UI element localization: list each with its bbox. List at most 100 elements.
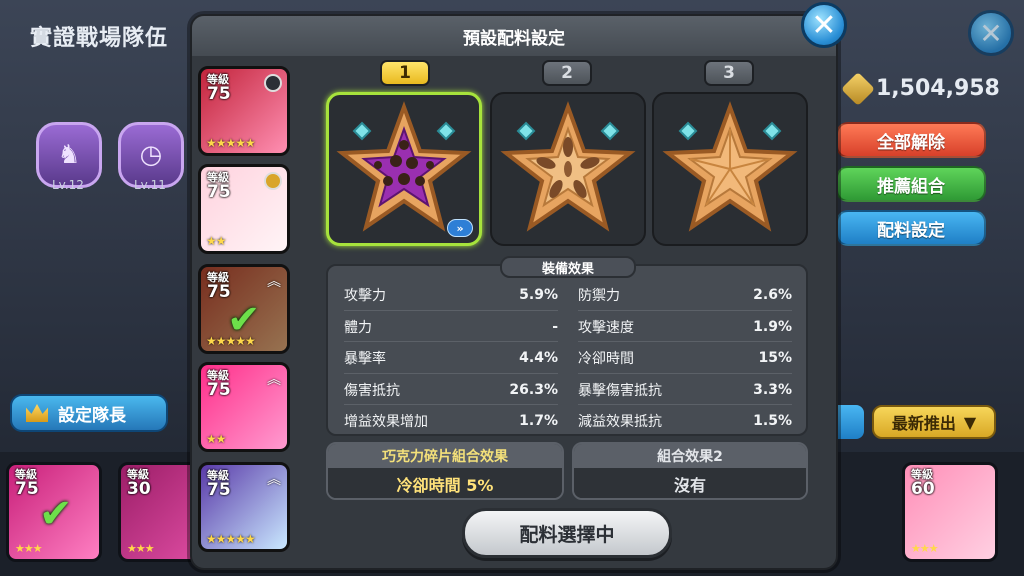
tab-preset-1[interactable]: 1: [380, 60, 430, 86]
modal-header: 預設配料設定: [192, 16, 836, 56]
badge-level-2: Lv.11: [134, 178, 166, 192]
bottom-cookie-card[interactable]: 等級 60 ★★★: [902, 462, 998, 562]
level-value: 75: [207, 83, 231, 104]
bottom-card-level: 等級 60: [911, 469, 935, 498]
chevron-up-icon: ︽: [267, 372, 281, 388]
level-value: 75: [15, 478, 39, 499]
cookie-card[interactable]: 等級 75 ︽ ★★: [198, 362, 290, 452]
star-rating: ★★★: [127, 542, 155, 555]
empty-star-tart-icon: [662, 101, 798, 232]
stat-divider: [578, 373, 792, 374]
chevron-down-icon: ▼: [963, 412, 977, 432]
gold-ring-icon: [264, 172, 282, 190]
bottom-cookie-card[interactable]: 等級 75 ✔ ★★★: [6, 462, 102, 562]
check-icon: ✔: [39, 491, 73, 537]
release-all-button[interactable]: 全部解除: [836, 122, 986, 158]
level-value: 30: [127, 478, 151, 499]
cookie-card-selected[interactable]: 等級 75 ︽ ✔ ★★★★★: [198, 264, 290, 354]
preset-slot-2[interactable]: [490, 92, 646, 246]
combo-effect-1: 巧克力碎片組合效果 冷卻時間 5%: [326, 442, 564, 500]
stat-value: 26.3%: [509, 382, 558, 398]
star-rating: ★★: [206, 234, 226, 248]
stat-divider: [578, 310, 792, 311]
cookie-card[interactable]: 等級 75 ★★★★★: [198, 66, 290, 156]
topping-setting-button[interactable]: 配料設定: [836, 210, 986, 246]
close-icon[interactable]: ✕: [801, 2, 847, 48]
effects-label: 裝備效果: [500, 256, 636, 278]
star-rating: ★★★★★: [206, 136, 256, 150]
shield-icon: [264, 74, 282, 92]
stat-row: 增益效果增加 1.7%: [344, 406, 558, 436]
background-close-icon[interactable]: ✕: [968, 10, 1014, 56]
stat-row: 暴擊傷害抵抗 3.3%: [578, 375, 792, 405]
crown-icon: [26, 404, 48, 422]
combo-effect-2-value: 沒有: [574, 468, 806, 498]
level-value: 75: [207, 181, 231, 202]
stat-name: 減益效果抵抗: [578, 414, 662, 430]
modal-title: 預設配料設定: [463, 28, 565, 49]
stat-name: 傷害抵抗: [344, 383, 400, 399]
star-rating: ★★★: [911, 542, 939, 555]
stat-divider: [578, 341, 792, 342]
stat-name: 暴擊傷害抵抗: [578, 383, 662, 399]
level-value: 60: [911, 478, 935, 499]
stat-row: 冷卻時間 15%: [578, 343, 792, 373]
stat-row: 攻擊速度 1.9%: [578, 312, 792, 342]
coin-counter: 1,504,958: [841, 71, 1000, 106]
stat-divider: [344, 373, 558, 374]
level-value: 75: [207, 379, 231, 400]
chocolate-star-tart-icon: [336, 101, 472, 232]
cookie-card[interactable]: 等級 75 ★★: [198, 164, 290, 254]
stat-value: 5.9%: [519, 287, 558, 303]
cookie-card[interactable]: 等級 75 ︽ ★★★★★: [198, 462, 290, 552]
background-title: 實證戰場隊伍: [30, 26, 169, 51]
tab-preset-3[interactable]: 3: [704, 60, 754, 86]
stat-row: 傷害抵抗 26.3%: [344, 375, 558, 405]
cookie-level: 等級 75: [207, 470, 231, 499]
cookie-level: 等級 75: [207, 74, 231, 103]
stat-value: 2.6%: [753, 287, 792, 303]
cookie-level: 等級 75: [207, 172, 231, 201]
bottom-card-level: 等級 75: [15, 469, 39, 498]
stat-name: 體力: [344, 320, 372, 336]
stat-row: 暴擊率 4.4%: [344, 343, 558, 373]
star-rating: ★★: [206, 432, 226, 446]
stat-row: 體力 -: [344, 312, 558, 342]
preset-slot-1[interactable]: »: [326, 92, 482, 246]
set-leader-button[interactable]: 設定隊長: [10, 394, 168, 432]
preset-slot-3[interactable]: [652, 92, 808, 246]
stat-value: 4.4%: [519, 350, 558, 366]
stat-name: 暴擊率: [344, 351, 386, 367]
coin-amount: 1,504,958: [876, 76, 1000, 101]
recommend-button[interactable]: 推薦組合: [836, 166, 986, 202]
stat-value: 15%: [758, 350, 792, 366]
sort-label: 最新推出: [891, 414, 956, 433]
stat-value: -: [552, 319, 558, 335]
stat-divider: [578, 404, 792, 405]
stat-value: 1.5%: [753, 413, 792, 429]
stat-divider: [344, 404, 558, 405]
combo-effect-2: 組合效果2 沒有: [572, 442, 808, 500]
stat-name: 攻擊力: [344, 288, 386, 304]
sort-dropdown[interactable]: 最新推出 ▼: [872, 405, 996, 439]
almond-star-tart-icon: [500, 101, 636, 232]
stat-row: 減益效果抵抗 1.5%: [578, 406, 792, 436]
stat-value: 1.9%: [753, 319, 792, 335]
combo-effect-2-title: 組合效果2: [574, 444, 806, 468]
combo-effect-1-value: 冷卻時間 5%: [328, 468, 562, 498]
stat-row: 攻擊力 5.9%: [344, 280, 558, 310]
stat-name: 冷卻時間: [578, 351, 634, 367]
fast-forward-icon[interactable]: »: [447, 219, 473, 237]
combo-effect-1-title: 巧克力碎片組合效果: [328, 444, 562, 468]
stat-name: 攻擊速度: [578, 320, 634, 336]
badge-level-1: Lv.12: [52, 178, 84, 192]
topping-selecting-button[interactable]: 配料選擇中: [462, 508, 672, 558]
star-rating: ★★★★★: [206, 532, 256, 546]
star-rating: ★★★: [15, 542, 43, 555]
chevron-up-icon: ︽: [267, 472, 281, 488]
stat-value: 3.3%: [753, 382, 792, 398]
set-leader-label: 設定隊長: [58, 405, 126, 426]
bottom-card-level: 等級 30: [127, 469, 151, 498]
tab-preset-2[interactable]: 2: [542, 60, 592, 86]
coin-icon: [841, 71, 875, 106]
